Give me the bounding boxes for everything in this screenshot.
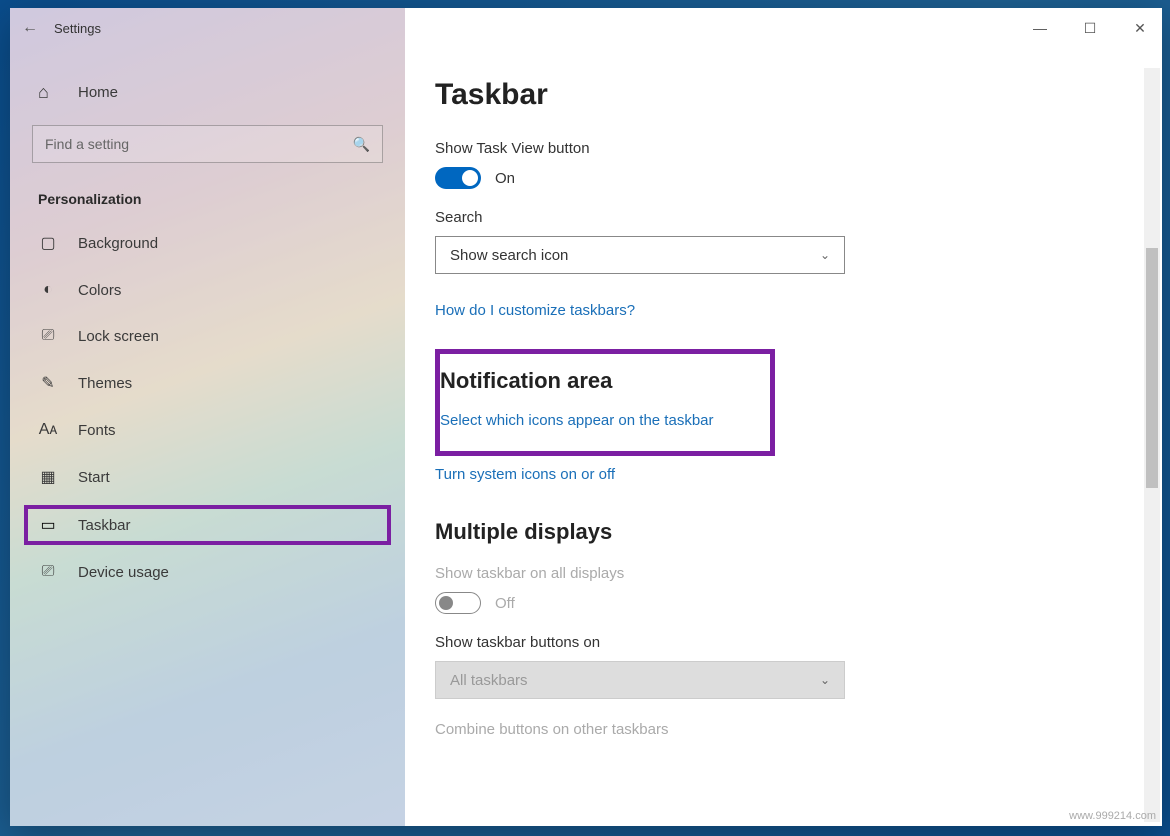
multiple-displays-heading: Multiple displays — [435, 519, 1122, 545]
sidebar-item-home[interactable]: ⌂ Home — [10, 68, 405, 123]
search-setting-label: Search — [435, 209, 1122, 226]
sidebar-item-lockscreen[interactable]: ⎚ Lock screen — [10, 313, 405, 359]
maximize-button[interactable]: ☐ — [1080, 20, 1100, 37]
home-icon: ⌂ — [38, 82, 58, 103]
sidebar-item-taskbar[interactable]: ▭ Taskbar — [24, 505, 391, 545]
back-icon[interactable]: ← — [22, 19, 38, 37]
search-icon: 🔍 — [353, 136, 370, 153]
show-buttons-on-dropdown[interactable]: All taskbars ⌄ — [435, 661, 845, 699]
chevron-down-icon: ⌄ — [820, 248, 830, 262]
home-label: Home — [78, 84, 118, 101]
taskbar-icon: ▭ — [38, 515, 58, 535]
page-title: Taskbar — [435, 78, 1122, 112]
colors-icon: ◐ — [38, 281, 58, 299]
sidebar-item-start[interactable]: ▦ Start — [10, 453, 405, 501]
show-task-view-toggle[interactable] — [435, 167, 481, 189]
notification-area-highlight: Notification area Select which icons app… — [435, 349, 775, 456]
toggle-state: On — [495, 170, 515, 187]
notification-area-heading: Notification area — [440, 368, 752, 394]
show-all-displays-label: Show taskbar on all displays — [435, 565, 1122, 582]
scrollbar-thumb[interactable] — [1146, 248, 1158, 488]
sidebar: ⌂ Home Find a setting 🔍 Personalization … — [10, 8, 405, 826]
content-pane: Taskbar Show Task View button On Search … — [405, 8, 1162, 826]
sidebar-category: Personalization — [10, 171, 405, 219]
dropdown-value: Show search icon — [450, 247, 568, 264]
start-icon: ▦ — [38, 467, 58, 487]
close-button[interactable]: ✕ — [1130, 20, 1150, 37]
dropdown-value: All taskbars — [450, 672, 528, 689]
lockscreen-icon: ⎚ — [38, 327, 58, 345]
search-placeholder: Find a setting — [45, 136, 129, 152]
toggle-state: Off — [495, 595, 515, 612]
scrollbar[interactable] — [1144, 68, 1160, 822]
show-task-view-label: Show Task View button — [435, 140, 1122, 157]
search-input[interactable]: Find a setting 🔍 — [32, 125, 383, 163]
sidebar-item-device-usage[interactable]: ⎚ Device usage — [10, 549, 405, 595]
show-all-displays-toggle[interactable] — [435, 592, 481, 614]
themes-icon: ✎ — [38, 373, 58, 393]
fonts-icon: Aᴀ — [38, 421, 58, 439]
chevron-down-icon: ⌄ — [820, 673, 830, 687]
sidebar-item-colors[interactable]: ◐ Colors — [10, 267, 405, 313]
sidebar-item-label: Colors — [78, 282, 121, 299]
app-title: Settings — [54, 21, 101, 36]
sidebar-item-background[interactable]: ▢ Background — [10, 219, 405, 267]
settings-window: ← Settings — ☐ ✕ ⌂ Home Find a setting � — [10, 8, 1162, 826]
system-icons-link[interactable]: Turn system icons on or off — [435, 466, 1122, 483]
sidebar-item-themes[interactable]: ✎ Themes — [10, 359, 405, 407]
sidebar-item-fonts[interactable]: Aᴀ Fonts — [10, 407, 405, 453]
sidebar-item-label: Background — [78, 235, 158, 252]
select-icons-link[interactable]: Select which icons appear on the taskbar — [440, 412, 752, 429]
show-buttons-on-label: Show taskbar buttons on — [435, 634, 1122, 651]
sidebar-item-label: Fonts — [78, 422, 116, 439]
minimize-button[interactable]: — — [1030, 20, 1050, 37]
sidebar-item-label: Device usage — [78, 564, 169, 581]
search-mode-dropdown[interactable]: Show search icon ⌄ — [435, 236, 845, 274]
sidebar-item-label: Taskbar — [78, 517, 131, 534]
sidebar-item-label: Lock screen — [78, 328, 159, 345]
customize-taskbars-link[interactable]: How do I customize taskbars? — [435, 302, 1122, 319]
watermark: www.999214.com — [1069, 810, 1156, 822]
sidebar-item-label: Themes — [78, 375, 132, 392]
titlebar: ← Settings — ☐ ✕ — [10, 8, 1162, 48]
background-icon: ▢ — [38, 233, 58, 253]
device-usage-icon: ⎚ — [38, 563, 58, 581]
combine-buttons-label: Combine buttons on other taskbars — [435, 721, 1122, 738]
sidebar-item-label: Start — [78, 469, 110, 486]
